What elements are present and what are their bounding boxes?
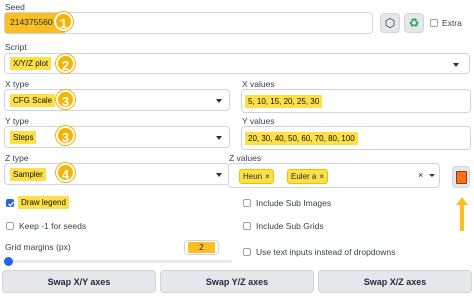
- dice-icon: ⬡: [384, 16, 396, 30]
- reuse-seed-button[interactable]: ♻: [404, 13, 424, 33]
- seed-label: Seed: [5, 2, 25, 12]
- fill-z-values-button[interactable]: [452, 166, 470, 188]
- close-icon[interactable]: ×: [265, 170, 270, 183]
- clear-all-icon[interactable]: ×: [418, 170, 423, 180]
- include-sub-grids-checkbox[interactable]: [243, 222, 251, 230]
- draw-legend-checkbox[interactable]: [6, 199, 14, 207]
- grid-margins-label: Grid margins (px): [5, 242, 71, 252]
- chevron-down-icon: [453, 63, 459, 67]
- close-icon[interactable]: ×: [319, 170, 324, 183]
- x-type-label: X type: [5, 79, 30, 89]
- grid-margins-slider-handle[interactable]: [4, 257, 13, 266]
- text-inputs-checkbox[interactable]: [243, 248, 251, 256]
- x-type-dropdown[interactable]: CFG Scale: [4, 89, 230, 111]
- include-sub-grids-label: Include Sub Grids: [256, 221, 324, 231]
- keep-seeds-label: Keep -1 for seeds: [19, 221, 87, 231]
- z-chip-euler-a[interactable]: Euler a ×: [287, 169, 329, 184]
- step-badge-3: 3: [56, 90, 75, 109]
- script-value: X/Y/Z plot: [10, 57, 52, 70]
- y-type-value: Steps: [10, 131, 37, 144]
- y-type-label: Y type: [5, 116, 29, 126]
- swap-xz-button[interactable]: Swap X/Z axes: [318, 270, 472, 293]
- extra-label: Extra: [442, 18, 462, 28]
- z-chip-label: Heun: [243, 172, 263, 181]
- chevron-down-icon: [216, 99, 222, 103]
- y-values-text: 20, 30, 40, 50, 60, 70, 80, 100: [245, 132, 358, 145]
- grid-margins-number[interactable]: 2: [184, 240, 219, 255]
- seed-value: 2143755609: [10, 17, 58, 27]
- extra-checkbox[interactable]: [430, 19, 438, 27]
- z-chip-label: Euler a: [291, 172, 317, 181]
- book-icon: [455, 170, 467, 184]
- text-inputs-label: Use text inputs instead of dropdowns: [256, 247, 396, 257]
- step-badge-3b: 3: [56, 126, 75, 145]
- random-seed-button[interactable]: ⬡: [380, 13, 400, 33]
- x-values-label: X values: [242, 79, 275, 89]
- x-values-input[interactable]: 5, 10, 15, 20, 25, 30: [241, 89, 471, 113]
- keep-seeds-checkbox[interactable]: [6, 222, 14, 230]
- z-type-value: Sampler: [10, 168, 46, 181]
- x-values-text: 5, 10, 15, 20, 25, 30: [245, 95, 323, 108]
- x-type-value: CFG Scale: [10, 94, 56, 107]
- swap-xy-button[interactable]: Swap X/Y axes: [2, 270, 156, 293]
- z-type-label: Z type: [5, 153, 29, 163]
- include-sub-images-label: Include Sub Images: [256, 198, 332, 208]
- z-chip-heun[interactable]: Heun ×: [239, 169, 274, 184]
- chevron-down-icon: [216, 173, 222, 177]
- recycle-icon: ♻: [408, 16, 420, 30]
- grid-margins-value: 2: [199, 242, 204, 252]
- step-badge-2: 2: [56, 54, 75, 73]
- step-badge-4: 4: [56, 163, 75, 182]
- script-label: Script: [5, 42, 27, 52]
- check-icon: [8, 201, 14, 207]
- y-type-dropdown[interactable]: Steps: [4, 126, 230, 148]
- include-sub-images-checkbox[interactable]: [243, 199, 251, 207]
- z-type-dropdown[interactable]: Sampler: [4, 163, 230, 185]
- z-values-multiselect[interactable]: Heun × Euler a × ×: [228, 163, 440, 188]
- z-values-label: Z values: [229, 153, 262, 163]
- chevron-down-icon[interactable]: [429, 174, 435, 177]
- swap-yz-button[interactable]: Swap Y/Z axes: [160, 270, 314, 293]
- arrow-up-icon: [455, 196, 469, 237]
- chevron-down-icon: [216, 136, 222, 140]
- y-values-label: Y values: [242, 116, 275, 126]
- step-badge-1: 1: [54, 12, 73, 31]
- y-values-input[interactable]: 20, 30, 40, 50, 60, 70, 80, 100: [241, 126, 471, 150]
- draw-legend-label: Draw legend: [18, 196, 69, 209]
- grid-margins-slider-track[interactable]: [6, 260, 232, 263]
